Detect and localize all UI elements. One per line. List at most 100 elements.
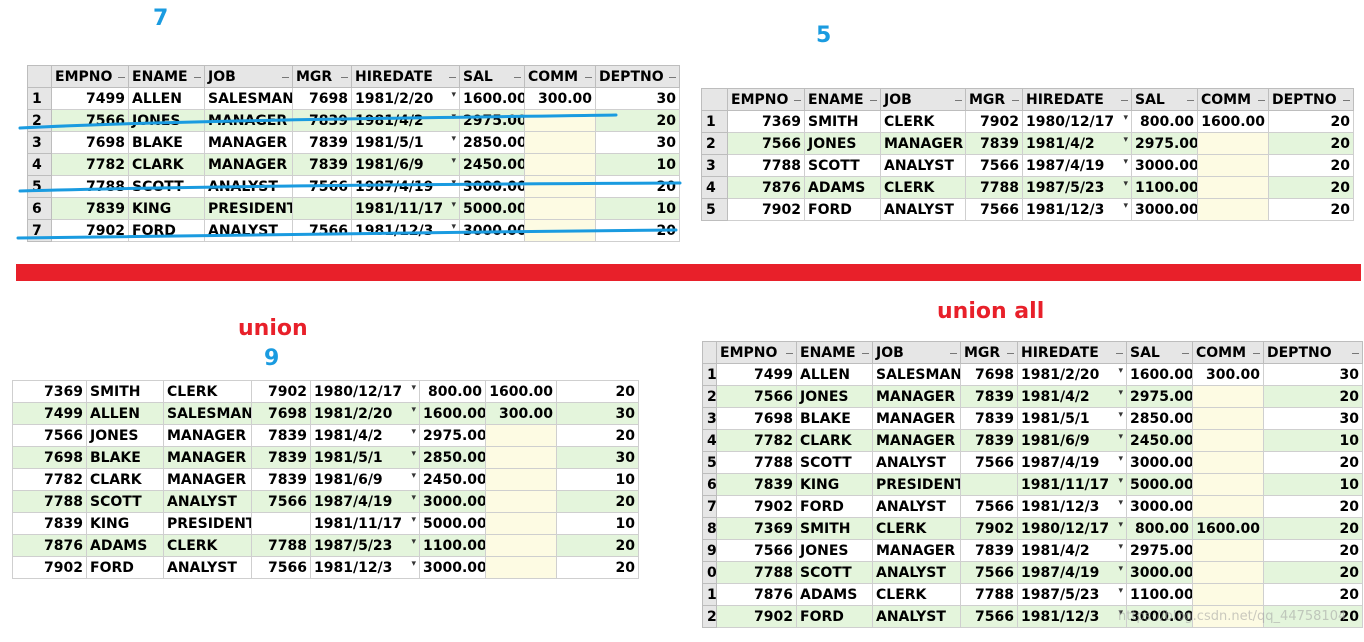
cell-sal[interactable]: 800.00: [419, 380, 486, 403]
cell-empno[interactable]: 7566: [716, 385, 797, 408]
cell-empno[interactable]: 7369: [727, 110, 805, 133]
cell-mgr[interactable]: 7839: [965, 132, 1023, 155]
cell-mgr[interactable]: 7788: [965, 176, 1023, 199]
row-number[interactable]: 6: [702, 473, 717, 496]
row-number[interactable]: 4: [701, 176, 728, 199]
cell-comm[interactable]: [1192, 429, 1264, 452]
column-header-hiredate[interactable]: HIREDATE: [1017, 341, 1127, 364]
cell-comm[interactable]: [1192, 583, 1264, 606]
cell-comm[interactable]: [1192, 407, 1264, 430]
cell-job[interactable]: MANAGER: [872, 407, 961, 430]
cell-mgr[interactable]: [960, 473, 1018, 496]
cell-job[interactable]: CLERK: [163, 534, 252, 557]
cell-hiredate[interactable]: 1981/6/9: [1017, 429, 1127, 452]
row-number[interactable]: 5: [702, 451, 717, 474]
cell-job[interactable]: ANALYST: [880, 154, 966, 177]
cell-empno[interactable]: 7369: [12, 380, 87, 403]
cell-ename[interactable]: JONES: [796, 539, 873, 562]
cell-sal[interactable]: 1100.00: [1131, 176, 1198, 199]
cell-mgr[interactable]: 7566: [960, 451, 1018, 474]
cell-deptno[interactable]: 30: [556, 446, 639, 469]
cell-comm[interactable]: [1192, 539, 1264, 562]
column-header-deptno[interactable]: DEPTNO: [1263, 341, 1363, 364]
row-number[interactable]: 0: [702, 561, 717, 584]
cell-empno[interactable]: 7788: [716, 451, 797, 474]
row-number[interactable]: 8: [702, 517, 717, 540]
table-row[interactable]: 17369SMITHCLERK79021980/12/17800.001600.…: [701, 110, 1354, 133]
cell-comm[interactable]: [485, 446, 557, 469]
cell-sal[interactable]: 3000.00: [1131, 198, 1198, 221]
cell-job[interactable]: MANAGER: [163, 446, 252, 469]
cell-deptno[interactable]: 20: [1263, 517, 1363, 540]
column-header-job[interactable]: JOB: [880, 88, 966, 111]
cell-deptno[interactable]: 10: [1263, 429, 1363, 452]
cell-deptno[interactable]: 20: [1268, 132, 1354, 155]
cell-sal[interactable]: 2975.00: [1126, 385, 1193, 408]
cell-hiredate[interactable]: 1981/6/9: [310, 468, 420, 491]
cell-comm[interactable]: [485, 556, 557, 579]
cell-deptno[interactable]: 20: [556, 556, 639, 579]
cell-deptno[interactable]: 20: [556, 490, 639, 513]
cell-comm[interactable]: [485, 534, 557, 557]
column-header-comm[interactable]: COMM: [1192, 341, 1264, 364]
cell-hiredate[interactable]: 1987/5/23: [1017, 583, 1127, 606]
cell-mgr[interactable]: 7788: [251, 534, 311, 557]
table-row[interactable]: 7876ADAMSCLERK77881987/5/231100.00 20: [12, 534, 639, 557]
cell-ename[interactable]: JONES: [86, 424, 164, 447]
cell-ename[interactable]: ADAMS: [796, 583, 873, 606]
cell-empno[interactable]: 7369: [716, 517, 797, 540]
cell-sal[interactable]: 3000.00: [1131, 154, 1198, 177]
cell-deptno[interactable]: 20: [1268, 176, 1354, 199]
cell-hiredate[interactable]: 1980/12/17: [1017, 517, 1127, 540]
row-number[interactable]: 1: [702, 583, 717, 606]
cell-mgr[interactable]: 7902: [251, 380, 311, 403]
cell-deptno[interactable]: 20: [1263, 561, 1363, 584]
cell-sal[interactable]: 1600.00: [419, 402, 486, 425]
cell-hiredate[interactable]: 1981/2/20: [310, 402, 420, 425]
cell-comm[interactable]: [1197, 132, 1269, 155]
cell-deptno[interactable]: 30: [1263, 407, 1363, 430]
column-header-ename[interactable]: ENAME: [804, 88, 881, 111]
column-header-empno[interactable]: EMPNO: [716, 341, 797, 364]
cell-mgr[interactable]: 7902: [960, 517, 1018, 540]
cell-sal[interactable]: 5000.00: [419, 512, 486, 535]
cell-job[interactable]: ANALYST: [163, 490, 252, 513]
cell-hiredate[interactable]: 1981/4/2: [1017, 385, 1127, 408]
cell-ename[interactable]: BLAKE: [796, 407, 873, 430]
cell-ename[interactable]: FORD: [804, 198, 881, 221]
cell-comm[interactable]: [485, 424, 557, 447]
table-row[interactable]: 47782CLARKMANAGER78391981/6/92450.00 10: [702, 429, 1363, 452]
cell-deptno[interactable]: 20: [1263, 385, 1363, 408]
cell-empno[interactable]: 7566: [716, 539, 797, 562]
cell-sal[interactable]: 5000.00: [1126, 473, 1193, 496]
cell-comm[interactable]: [485, 468, 557, 491]
cell-empno[interactable]: 7698: [716, 407, 797, 430]
cell-hiredate[interactable]: 1981/2/20: [1017, 363, 1127, 386]
cell-hiredate[interactable]: 1981/12/3: [310, 556, 420, 579]
row-number[interactable]: 1: [702, 363, 717, 386]
cell-deptno[interactable]: 20: [1263, 583, 1363, 606]
cell-deptno[interactable]: 10: [556, 468, 639, 491]
table-row[interactable]: 7788SCOTTANALYST75661987/4/193000.00 20: [12, 490, 639, 513]
cell-sal[interactable]: 2975.00: [1131, 132, 1198, 155]
cell-mgr[interactable]: 7839: [960, 385, 1018, 408]
cell-mgr[interactable]: 7566: [960, 561, 1018, 584]
table-row[interactable]: 87369SMITHCLERK79021980/12/17800.001600.…: [702, 517, 1363, 540]
cell-ename[interactable]: SCOTT: [804, 154, 881, 177]
cell-mgr[interactable]: 7698: [251, 402, 311, 425]
table-row[interactable]: 37698BLAKEMANAGER78391981/5/12850.00 30: [702, 407, 1363, 430]
cell-ename[interactable]: FORD: [86, 556, 164, 579]
cell-empno[interactable]: 7782: [716, 429, 797, 452]
cell-empno[interactable]: 7782: [12, 468, 87, 491]
cell-job[interactable]: ANALYST: [872, 451, 961, 474]
cell-comm[interactable]: [1192, 495, 1264, 518]
cell-comm[interactable]: [1197, 154, 1269, 177]
cell-sal[interactable]: 1100.00: [1126, 583, 1193, 606]
cell-mgr[interactable]: 7566: [960, 495, 1018, 518]
cell-comm[interactable]: [1192, 473, 1264, 496]
table-row[interactable]: 7839KINGPRESIDENT 1981/11/175000.00 10: [12, 512, 639, 535]
cell-mgr[interactable]: 7839: [251, 446, 311, 469]
cell-job[interactable]: CLERK: [163, 380, 252, 403]
cell-comm[interactable]: [1192, 451, 1264, 474]
cell-hiredate[interactable]: 1987/4/19: [310, 490, 420, 513]
